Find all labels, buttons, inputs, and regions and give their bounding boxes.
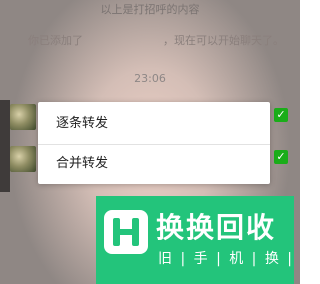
system-message-right: ，现在可以开始聊天了。 [163, 34, 284, 47]
forward-menu: 逐条转发 合并转发 [38, 102, 270, 184]
forward-one-by-one-item[interactable]: 逐条转发 [38, 104, 270, 144]
chat-timestamp: 23:06 [134, 72, 166, 85]
watermark-banner: 换换回收 旧 | 手 | 机 | 换 | 钱 [96, 196, 300, 284]
avatar[interactable] [10, 146, 36, 172]
forward-merged-item[interactable]: 合并转发 [38, 144, 270, 184]
system-message-left: 你已添加了 [28, 34, 83, 47]
message-select-checkbox[interactable]: ✓ [274, 150, 288, 164]
avatar[interactable] [10, 104, 36, 130]
chat-screen: 以上是打招呼的内容 你已添加了 ，现在可以开始聊天了。 23:06 ✓ ✓ 逐条… [0, 0, 300, 284]
system-message: 你已添加了 ，现在可以开始聊天了。 [28, 30, 284, 52]
left-edge [0, 100, 10, 192]
greeting-notice: 以上是打招呼的内容 [100, 3, 200, 16]
watermark-title: 换换回收 [156, 211, 277, 244]
watermark-subtitle: 旧 | 手 | 机 | 换 | 钱 [158, 251, 300, 267]
message-select-checkbox[interactable]: ✓ [274, 108, 288, 122]
h-logo-icon [104, 210, 148, 254]
